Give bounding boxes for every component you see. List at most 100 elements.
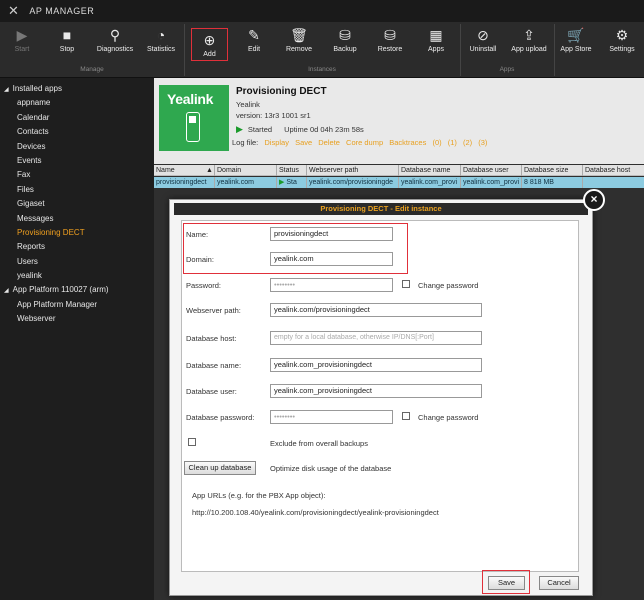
database-user-field[interactable]: yealink.com_provisioningdect [270,384,482,398]
app-header: Yealink Provisioning DECT Yealink versio… [154,78,644,164]
upload-icon: ⇪ [523,26,535,43]
backtrace-2-link[interactable]: (2) [463,138,472,147]
sidebar-item-provisioning-dect[interactable]: Provisioning DECT [0,226,154,240]
domain-label: Domain: [186,255,214,264]
clean-up-database-button[interactable]: Clean up database [184,461,256,475]
start-button[interactable]: ▶ Start [0,24,44,64]
play-icon: ▶ [16,26,28,43]
change-password-checkbox[interactable] [402,280,410,288]
database-host-field[interactable]: empty for a local database, otherwise IP… [270,331,482,345]
database-name-label: Database name: [186,361,242,370]
log-display-link[interactable]: Display [264,138,289,147]
sidebar-item-appname[interactable]: appname [0,96,154,110]
sidebar: ◢ Installed apps appname Calendar Contact… [0,78,159,600]
log-file-links: Log file: Display Save Delete Core dump … [232,138,488,147]
remove-button[interactable]: 🗑 Remove [277,24,321,64]
sidebar-item-calendar[interactable]: Calendar [0,111,154,125]
exclude-backups-label: Exclude from overall backups [270,439,368,448]
cell-database-host [582,177,644,188]
app-urls-label: App URLs (e.g. for the PBX App object): [192,491,326,500]
yealink-logo: Yealink [159,85,229,151]
dect-phone-icon [186,112,200,142]
sidebar-item-messages[interactable]: Messages [0,212,154,226]
col-webserver-path[interactable]: Webserver path [306,165,398,176]
cell-name: provisioningdect [156,179,207,186]
sidebar-item-yealink[interactable]: yealink [0,269,154,283]
database-up-icon: ⛁ [384,26,396,43]
log-delete-link[interactable]: Delete [318,138,340,147]
gear-icon: ⚙ [615,26,629,43]
save-button[interactable]: Save [488,576,525,590]
password-field[interactable]: •••••••• [270,278,393,292]
plus-circle-icon: ⊕ [203,31,216,48]
app-store-button[interactable]: 🛒 App Store [554,24,598,64]
backtrace-1-link[interactable]: (1) [448,138,457,147]
sidebar-item-app-platform-manager[interactable]: App Platform Manager [0,298,154,312]
sidebar-item-contacts[interactable]: Contacts [0,125,154,139]
backtrace-3-link[interactable]: (3) [478,138,487,147]
table-row[interactable]: provisioningdect yealink.com ▶ Sta yeali… [154,177,644,188]
sidebar-item-gigaset[interactable]: Gigaset [0,197,154,211]
close-dialog-button[interactable]: × [583,189,605,211]
core-dump-link[interactable]: Core dump [346,138,383,147]
app-url[interactable]: http://10.200.108.40/yealink.com/provisi… [192,508,439,517]
app-vendor: Yealink [236,100,260,109]
name-field[interactable]: provisioningdect [270,227,393,241]
close-app-icon[interactable]: ✕ [8,3,19,19]
sidebar-item-users[interactable]: Users [0,255,154,269]
sidebar-item-files[interactable]: Files [0,183,154,197]
sidebar-item-reports[interactable]: Reports [0,240,154,254]
sidebar-item-app-platform[interactable]: ◢ App Platform 110027 (arm) [0,283,154,297]
database-user-label: Database user: [186,387,237,396]
col-database-name[interactable]: Database name [398,165,460,176]
edit-button[interactable]: ✎ Edit [232,24,276,64]
backtraces-link[interactable]: Backtraces [389,138,426,147]
col-database-host[interactable]: Database host [582,165,644,176]
statistics-button[interactable]: ◔ Statistics [139,24,183,64]
col-database-size[interactable]: Database size [521,165,582,176]
database-password-field[interactable]: •••••••• [270,410,393,424]
exclude-backups-checkbox[interactable] [188,438,196,446]
settings-button[interactable]: ⚙ Settings [600,24,644,64]
stop-icon: ■ [62,27,72,43]
add-button[interactable]: ⊕ Add [191,28,228,61]
sidebar-item-webserver[interactable]: Webserver [0,312,154,326]
cell-database-user: yealink.com_provi [460,177,521,188]
sidebar-item-fax[interactable]: Fax [0,168,154,182]
database-down-icon: ⛁ [339,26,351,43]
change-password-label: Change password [418,281,479,290]
sidebar-item-events[interactable]: Events [0,154,154,168]
chart-magnifier-icon: ◔ [156,27,166,43]
sidebar-item-devices[interactable]: Devices [0,140,154,154]
uninstall-button[interactable]: ⊘ Uninstall [461,24,505,64]
trash-icon: 🗑 [290,26,308,43]
stop-button[interactable]: ■ Stop [45,24,89,64]
apps-button[interactable]: ▦ Apps [414,24,458,64]
cell-domain: yealink.com [214,177,276,188]
cancel-button[interactable]: Cancel [539,576,579,590]
domain-field[interactable]: yealink.com [270,252,393,266]
col-database-user[interactable]: Database user [460,165,521,176]
webserver-path-field[interactable]: yealink.com/provisioningdect [270,303,482,317]
collapse-triangle-icon: ◢ [4,288,9,295]
backup-button[interactable]: ⛁ Backup [323,24,367,64]
database-name-field[interactable]: yealink.com_provisioningdect [270,358,482,372]
name-label: Name: [186,230,209,239]
col-domain[interactable]: Domain [214,165,276,176]
cell-database-size: 8 818 MB [521,177,582,188]
restore-button[interactable]: ⛁ Restore [368,24,412,64]
backtrace-0-link[interactable]: (0) [432,138,441,147]
password-label: Password: [186,281,222,290]
ban-icon: ⊘ [477,26,489,43]
col-status[interactable]: Status [276,165,306,176]
sidebar-item-installed-apps[interactable]: ◢ Installed apps [0,82,154,96]
webserver-path-label: Webserver path: [186,306,241,315]
app-version: version: 13r3 1001 sr1 [236,111,311,120]
app-upload-button[interactable]: ⇪ App upload [507,24,551,64]
log-save-link[interactable]: Save [295,138,312,147]
change-db-password-checkbox[interactable] [402,412,410,420]
title-bar: ✕ AP MANAGER [0,0,644,22]
diagnostics-button[interactable]: ⚲ Diagnostics [93,24,137,64]
shopping-basket-icon: 🛒 [567,26,585,43]
instances-grid-header: Name ▲ Domain Status Webserver path Data… [154,165,644,176]
